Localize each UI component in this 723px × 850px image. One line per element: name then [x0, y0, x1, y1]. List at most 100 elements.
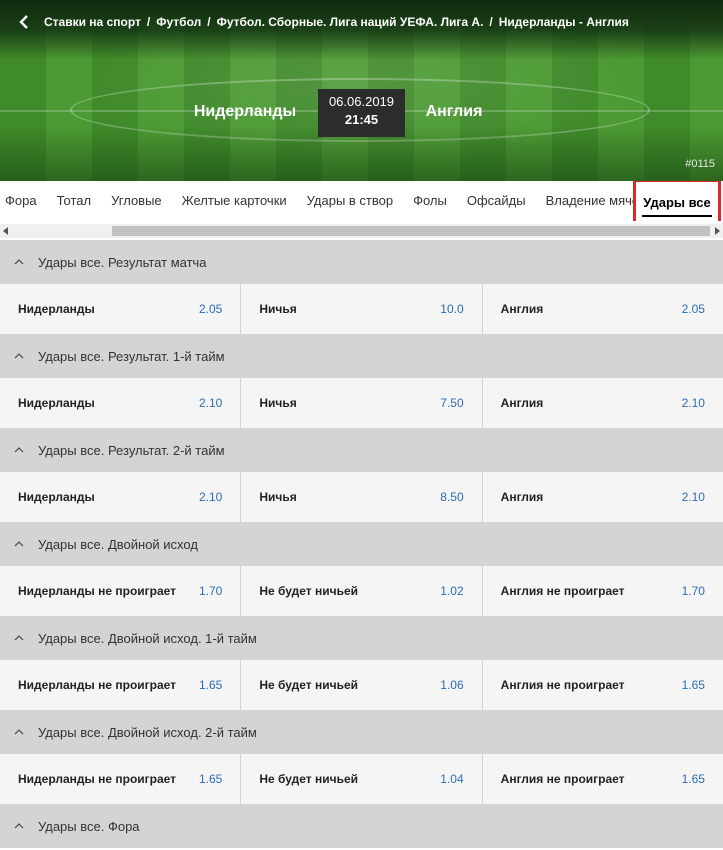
tab-handicap[interactable]: Фора — [0, 181, 47, 221]
home-team-name: Нидерланды — [193, 103, 297, 120]
outcome-cell[interactable]: Нидерланды 2.10 — [0, 472, 241, 522]
outcome-odd: 2.10 — [198, 396, 223, 410]
breadcrumb: Ставки на спорт / Футбол / Футбол. Сборн… — [0, 0, 723, 44]
outcome-odd: 8.50 — [440, 490, 464, 504]
market-header[interactable]: Удары все. Двойной исход. 2-й тайм — [0, 710, 723, 754]
outcome-odd: 1.06 — [440, 678, 464, 692]
scrollbar-thumb[interactable] — [112, 226, 710, 236]
outcome-odd: 1.65 — [198, 772, 223, 786]
market-header[interactable]: Удары все. Двойной исход. 1-й тайм — [0, 616, 723, 660]
outcome-cell[interactable]: Англия не проиграет 1.65 — [482, 660, 723, 710]
market-header[interactable]: Удары все. Результат матча — [0, 240, 723, 284]
market-outcomes-row: Нидерланды не проиграет 1.70 Не будет нич… — [0, 566, 723, 616]
scroll-left-arrow-icon[interactable] — [3, 227, 8, 235]
chevron-up-icon — [12, 631, 26, 645]
outcome-odd: 2.10 — [681, 490, 705, 504]
market-tabs: Фора Тотал Угловые Желтые карточки Удары… — [0, 181, 723, 221]
market-title: Удары все. Двойной исход. 1-й тайм — [38, 630, 257, 646]
outcome-odd: 1.04 — [440, 772, 464, 786]
tab-fouls[interactable]: Фолы — [403, 181, 457, 221]
outcome-name: Англия — [500, 396, 544, 410]
market-title: Удары все. Фора — [38, 818, 140, 834]
breadcrumb-item-league[interactable]: Футбол. Сборные. Лига наций УЕФА. Лига А… — [217, 15, 484, 29]
outcome-cell[interactable]: Нидерланды не проиграет 1.65 — [0, 660, 241, 710]
chevron-up-icon — [12, 443, 26, 457]
match-date: 06.06.2019 — [328, 94, 395, 109]
outcome-cell[interactable]: Англия 2.05 — [482, 284, 723, 334]
market-title: Удары все. Результат. 2-й тайм — [38, 442, 225, 458]
outcome-name: Ничья — [259, 302, 297, 316]
outcome-cell[interactable]: Нидерланды 2.05 — [0, 284, 241, 334]
outcome-name: Ничья — [259, 396, 297, 410]
scroll-right-arrow-icon[interactable] — [715, 227, 720, 235]
market-title: Удары все. Результат матча — [38, 254, 207, 270]
market-outcomes-row: Нидерланды не проиграет 1.65 Не будет нич… — [0, 660, 723, 710]
chevron-up-icon — [12, 725, 26, 739]
outcome-name: Англия не проиграет — [500, 678, 625, 692]
breadcrumb-item-match: Нидерланды - Англия — [498, 15, 629, 29]
tab-corners[interactable]: Угловые — [101, 181, 172, 221]
market-header[interactable]: Удары все. Результат. 1-й тайм — [0, 334, 723, 378]
chevron-up-icon — [12, 349, 26, 363]
chevron-up-icon — [12, 537, 26, 551]
outcome-name: Не будет ничьей — [259, 772, 358, 786]
match-time: 21:45 — [344, 112, 379, 127]
outcome-name: Нидерланды не проиграет — [18, 584, 177, 598]
outcome-odd: 2.05 — [681, 302, 705, 316]
match-header-banner: Ставки на спорт / Футбол / Футбол. Сборн… — [0, 0, 723, 181]
back-arrow-icon[interactable] — [14, 12, 34, 32]
outcome-odd: 1.70 — [198, 584, 223, 598]
outcome-cell[interactable]: Англия 2.10 — [482, 472, 723, 522]
tab-shots-on-target[interactable]: Удары в створ — [297, 181, 403, 221]
market-title: Удары все. Двойной исход — [38, 536, 198, 552]
outcome-cell[interactable]: Англия не проиграет 1.65 — [482, 754, 723, 804]
outcome-cell[interactable]: Ничья 10.0 — [241, 284, 482, 334]
tabs-scrollbar[interactable] — [0, 224, 723, 238]
outcome-odd: 7.50 — [440, 396, 464, 410]
market-header[interactable]: Удары все. Двойной исход — [0, 522, 723, 566]
market-header[interactable]: Удары все. Результат. 2-й тайм — [0, 428, 723, 472]
outcome-cell[interactable]: Не будет ничьей 1.04 — [241, 754, 482, 804]
outcome-cell[interactable]: Не будет ничьей 1.06 — [241, 660, 482, 710]
breadcrumb-item-sports[interactable]: Ставки на спорт — [44, 15, 141, 29]
market-title: Удары все. Результат. 1-й тайм — [38, 348, 225, 364]
markets-list: Удары все. Результат матча Нидерланды 2.0… — [0, 240, 723, 848]
outcome-cell[interactable]: Ничья 7.50 — [241, 378, 482, 428]
outcome-cell[interactable]: Нидерланды не проиграет 1.70 — [0, 566, 241, 616]
outcome-cell[interactable]: Англия 2.10 — [482, 378, 723, 428]
outcome-odd: 2.05 — [198, 302, 223, 316]
outcome-cell[interactable]: Нидерланды 2.10 — [0, 378, 241, 428]
outcome-name: Англия — [500, 490, 544, 504]
outcome-name: Нидерланды — [18, 396, 95, 410]
outcome-odd: 1.65 — [681, 678, 705, 692]
outcome-odd: 1.02 — [440, 584, 464, 598]
outcome-name: Нидерланды — [18, 490, 95, 504]
outcome-odd: 10.0 — [440, 302, 464, 316]
chevron-up-icon — [12, 819, 26, 833]
outcome-odd: 2.10 — [681, 396, 705, 410]
market-header[interactable]: Удары все. Фора — [0, 804, 723, 848]
outcome-cell[interactable]: Не будет ничьей 1.02 — [241, 566, 482, 616]
market-outcomes-row: Нидерланды 2.10 Ничья 8.50 Англия 2.10 — [0, 472, 723, 522]
outcome-name: Англия не проиграет — [500, 584, 625, 598]
breadcrumb-separator: / — [489, 15, 493, 29]
tab-offsides[interactable]: Офсайды — [457, 181, 536, 221]
outcome-odd: 2.10 — [198, 490, 223, 504]
outcome-cell[interactable]: Англия не проиграет 1.70 — [482, 566, 723, 616]
market-title: Удары все. Двойной исход. 2-й тайм — [38, 724, 257, 740]
tab-yellow-cards[interactable]: Желтые карточки — [172, 181, 297, 221]
outcome-name: Нидерланды не проиграет — [18, 678, 177, 692]
breadcrumb-item-football[interactable]: Футбол — [156, 15, 201, 29]
outcome-odd: 1.70 — [681, 584, 705, 598]
breadcrumb-separator: / — [207, 15, 211, 29]
market-outcomes-row: Нидерланды 2.10 Ничья 7.50 Англия 2.10 — [0, 378, 723, 428]
outcome-name: Англия — [500, 302, 544, 316]
tab-all-shots[interactable]: Удары все — [633, 181, 721, 221]
outcome-cell[interactable]: Ничья 8.50 — [241, 472, 482, 522]
match-id: #0115 — [685, 158, 715, 170]
outcome-name: Не будет ничьей — [259, 678, 358, 692]
outcome-name: Нидерланды не проиграет — [18, 772, 177, 786]
outcome-name: Не будет ничьей — [259, 584, 358, 598]
tab-total[interactable]: Тотал — [47, 181, 102, 221]
outcome-cell[interactable]: Нидерланды не проиграет 1.65 — [0, 754, 241, 804]
